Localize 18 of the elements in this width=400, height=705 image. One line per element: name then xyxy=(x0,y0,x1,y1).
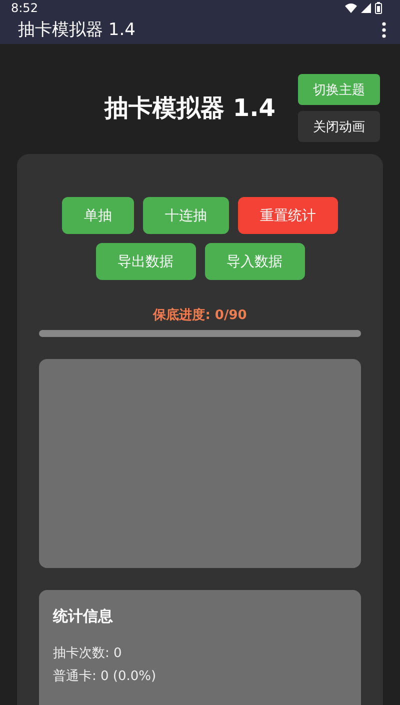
signal-icon xyxy=(361,2,371,13)
action-button[interactable]: 十连抽 xyxy=(143,197,229,234)
action-button[interactable]: 单抽 xyxy=(62,197,134,234)
stats-line: 抽卡次数: 0 xyxy=(53,645,123,663)
animation-button[interactable]: 关闭动画 xyxy=(298,111,380,142)
status-time: 8:52 xyxy=(11,0,38,15)
page-title: 抽卡模拟器 1.4 xyxy=(104,93,276,124)
stats-line: 普通卡: 0 (0.0%) xyxy=(53,668,158,686)
battery-icon xyxy=(375,2,382,14)
wifi-icon xyxy=(345,2,357,13)
theme-button[interactable]: 切换主题 xyxy=(298,74,380,105)
more-menu-icon[interactable] xyxy=(382,22,386,38)
action-button[interactable]: 重置统计 xyxy=(238,197,338,234)
app-title: 抽卡模拟器 1.4 xyxy=(18,19,136,42)
stats-title: 统计信息 xyxy=(53,607,114,626)
pity-progress-label: 保底进度: 0/90 xyxy=(153,306,247,324)
action-button[interactable]: 导入数据 xyxy=(204,243,304,280)
action-button[interactable]: 导出数据 xyxy=(96,243,196,280)
